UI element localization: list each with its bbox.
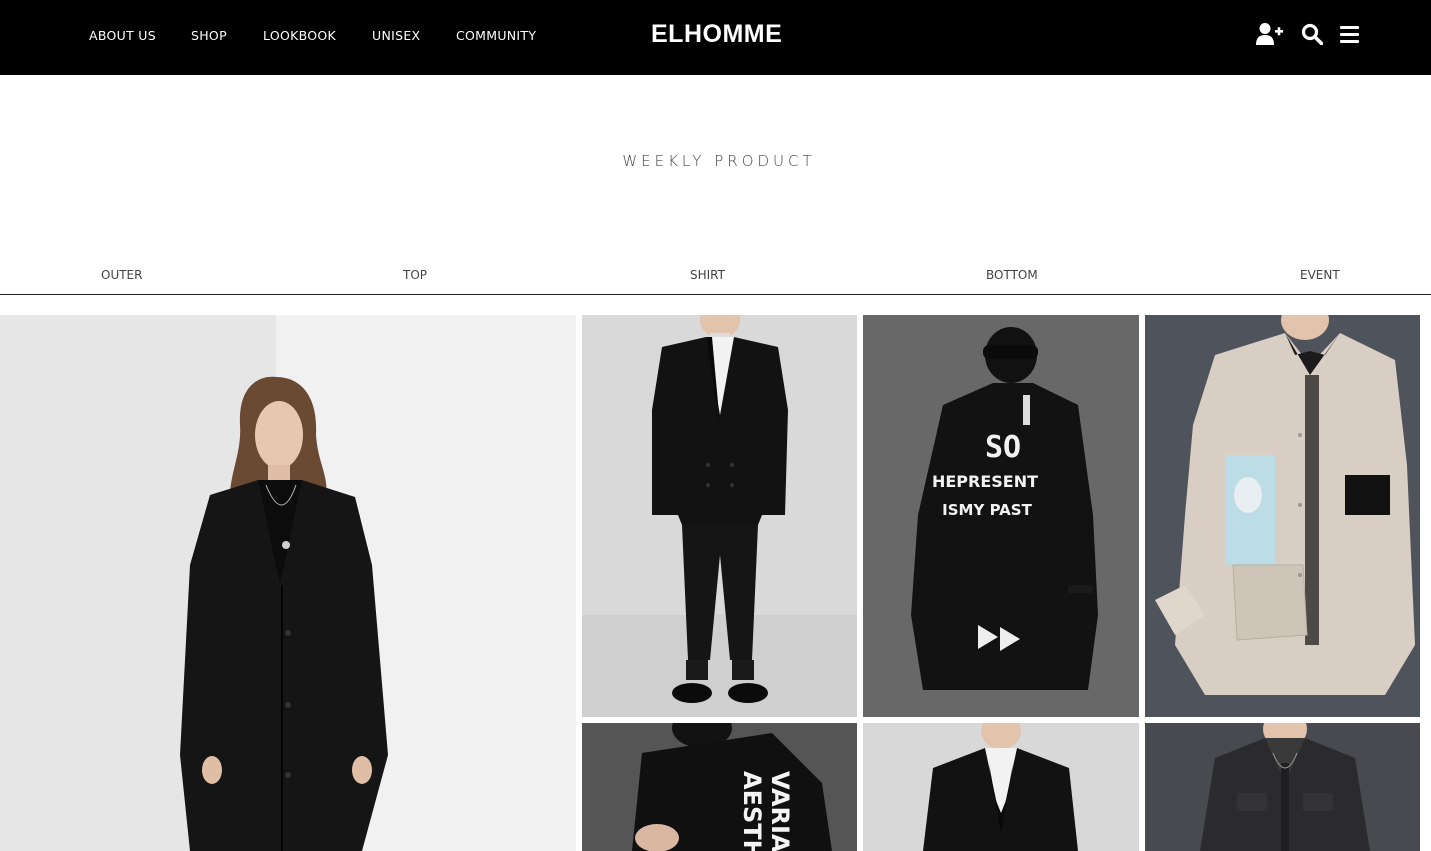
product-tile-text-jacket[interactable]: AESTHE VARIA — [582, 723, 857, 851]
product-grid: SO HEPRESENT ISMY PAST AESTHE VARIA — [0, 315, 1431, 851]
graphic-text-line-3: ISMY PAST — [942, 501, 1032, 519]
side-text-line-1: AESTHE — [738, 771, 766, 851]
menu-icon[interactable] — [1340, 25, 1359, 44]
product-image — [582, 315, 857, 717]
tab-event[interactable]: EVENT — [1300, 268, 1340, 282]
graphic-text-line-1: SO — [985, 430, 1021, 465]
product-image — [1145, 315, 1420, 717]
product-image — [863, 723, 1139, 851]
product-tile-black-blazer[interactable] — [863, 723, 1139, 851]
header-icons — [1256, 22, 1359, 46]
search-icon[interactable] — [1301, 23, 1323, 45]
section-title: WEEKLY PRODUCT — [622, 152, 816, 170]
product-tile-black-suit[interactable] — [582, 315, 857, 717]
tab-bottom[interactable]: BOTTOM — [986, 268, 1038, 282]
tab-outer[interactable]: OUTER — [101, 268, 142, 282]
brand-logo[interactable]: ELHOMME — [651, 20, 782, 49]
product-image: SO HEPRESENT ISMY PAST — [863, 315, 1139, 717]
nav-about-us[interactable]: ABOUT US — [89, 28, 191, 43]
graphic-text-line-2: HEPRESENT — [932, 472, 1038, 491]
product-tile-featured-coat[interactable] — [0, 315, 576, 851]
nav-lookbook[interactable]: LOOKBOOK — [263, 28, 372, 43]
category-tabs: OUTER TOP SHIRT BOTTOM EVENT — [0, 268, 1431, 295]
nav-shop[interactable]: SHOP — [191, 28, 263, 43]
product-image — [1145, 723, 1420, 851]
product-tile-denim-jacket[interactable] — [1145, 723, 1420, 851]
top-navigation-bar: ABOUT US SHOP LOOKBOOK UNISEX COMMUNITY … — [0, 0, 1431, 75]
product-tile-graphic-coat[interactable]: SO HEPRESENT ISMY PAST — [863, 315, 1139, 717]
product-image — [0, 315, 576, 851]
nav-unisex[interactable]: UNISEX — [372, 28, 456, 43]
user-plus-icon[interactable] — [1256, 22, 1283, 46]
tab-shirt[interactable]: SHIRT — [690, 268, 725, 282]
main-nav: ABOUT US SHOP LOOKBOOK UNISEX COMMUNITY — [89, 28, 546, 43]
side-text-line-2: VARIA — [766, 771, 794, 851]
nav-community[interactable]: COMMUNITY — [456, 28, 546, 43]
tab-top[interactable]: TOP — [403, 268, 427, 282]
product-tile-beige-shirt[interactable] — [1145, 315, 1420, 717]
product-image: AESTHE VARIA — [582, 723, 857, 851]
